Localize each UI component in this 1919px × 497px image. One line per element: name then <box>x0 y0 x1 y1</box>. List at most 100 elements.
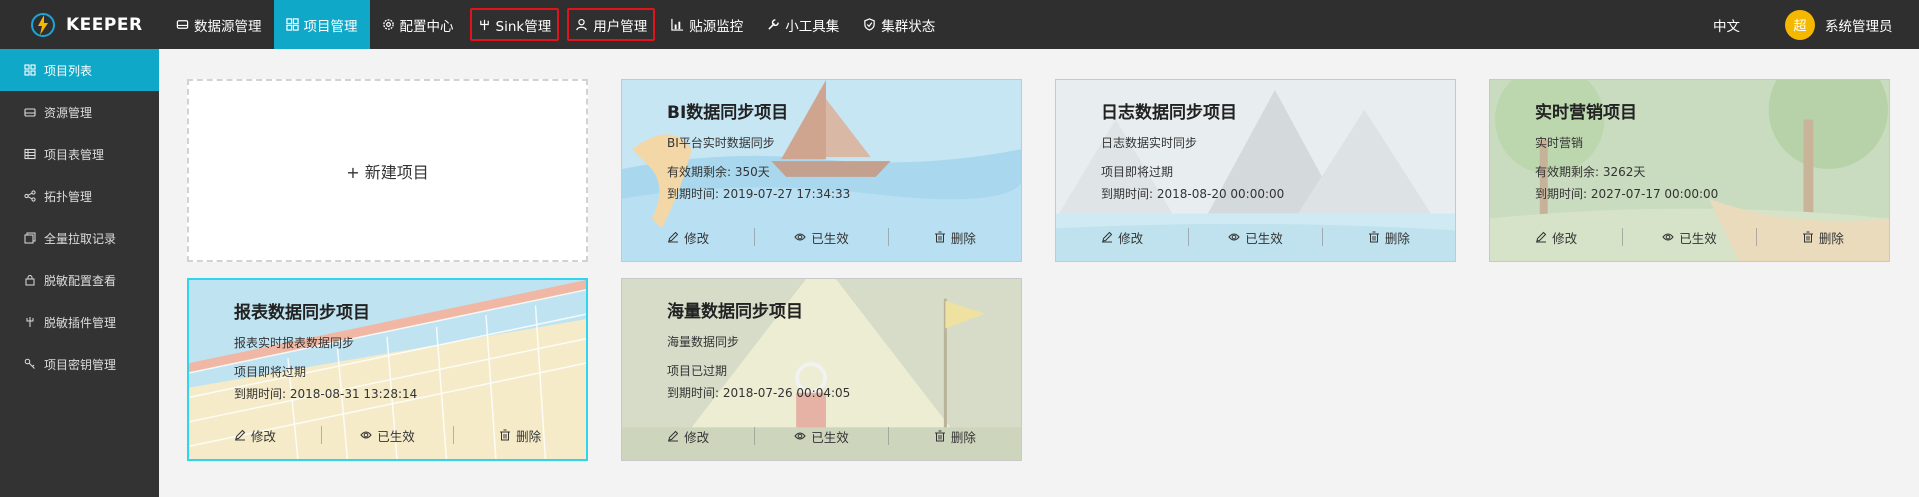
pencil-icon <box>668 430 679 442</box>
project-card[interactable]: 日志数据同步项目 日志数据实时同步 项目即将过期 到期时间: 2018-08-2… <box>1055 79 1456 262</box>
delete-button[interactable]: 删除 <box>454 425 586 445</box>
activate-button[interactable]: 已生效 <box>755 227 887 247</box>
divider <box>887 427 889 445</box>
lock-icon <box>25 275 35 286</box>
nav-label: 数据源管理 <box>194 18 262 35</box>
sidebar-item-label: 脱敏配置查看 <box>44 273 117 288</box>
trash-icon <box>1802 231 1813 243</box>
card-status: 项目即将过期 <box>234 365 307 379</box>
edit-button[interactable]: 修改 <box>1490 227 1622 247</box>
brand[interactable]: KEEPER <box>30 0 143 49</box>
card-description: 报表实时报表数据同步 <box>234 336 355 350</box>
sidebar-item-masking-config[interactable]: 脱敏配置查看 <box>0 259 159 301</box>
nav-label: 集群状态 <box>881 18 936 35</box>
plug-icon <box>26 317 34 327</box>
copy-icon <box>24 232 36 244</box>
divider <box>754 427 756 445</box>
card-status: 项目已过期 <box>667 364 728 378</box>
card-description: 海量数据同步 <box>667 335 740 349</box>
activate-button[interactable]: 已生效 <box>322 425 454 445</box>
edit-label: 修改 <box>684 230 710 246</box>
card-title: BI数据同步项目 <box>667 103 789 123</box>
delete-label: 删除 <box>516 428 542 444</box>
nav-cluster[interactable]: 集群状态 <box>851 0 947 49</box>
user-menu[interactable]: 超 系统管理员 <box>1785 0 1893 49</box>
eye-icon <box>360 431 372 439</box>
activate-button[interactable]: 已生效 <box>1189 227 1321 247</box>
card-description: BI平台实时数据同步 <box>667 136 775 150</box>
trash-icon <box>1368 231 1379 243</box>
grid-icon <box>285 18 299 31</box>
sidebar-item-project-list[interactable]: 项目列表 <box>0 49 159 91</box>
share-icon <box>24 190 36 202</box>
activate-button[interactable]: 已生效 <box>1623 227 1755 247</box>
database-icon <box>176 20 189 29</box>
delete-button[interactable]: 删除 <box>889 227 1021 247</box>
pencil-icon <box>668 231 679 243</box>
nav-label: 配置中心 <box>399 18 454 35</box>
card-expire-time: 到期时间: 2018-08-31 13:28:14 <box>234 387 418 401</box>
bar-chart-icon <box>671 18 684 31</box>
brand-name: KEEPER <box>66 14 143 35</box>
edit-label: 修改 <box>1118 230 1144 246</box>
language-switch[interactable]: 中文 <box>1713 0 1740 49</box>
nav-config[interactable]: 配置中心 <box>370 0 466 49</box>
delete-button[interactable]: 删除 <box>889 426 1021 446</box>
project-card[interactable]: 实时营销项目 实时营销 有效期剩余: 3262天 到期时间: 2027-07-1… <box>1489 79 1890 262</box>
new-project-button[interactable]: + 新建项目 <box>187 79 588 262</box>
pencil-icon <box>1536 231 1547 243</box>
pencil-icon <box>234 429 246 441</box>
nav-label: 用户管理 <box>593 18 648 35</box>
nav-label: 小工具集 <box>785 18 840 35</box>
delete-button[interactable]: 删除 <box>1323 227 1455 247</box>
top-navbar: KEEPER 数据源管理 项目管理 配置中心 Sink管理 用户管理 贴源监控 <box>0 0 1919 49</box>
project-card[interactable]: BI数据同步项目 BI平台实时数据同步 有效期剩余: 350天 到期时间: 20… <box>621 79 1022 262</box>
card-actions: 修改 已生效 删除 <box>189 425 586 445</box>
sidebar-item-topology[interactable]: 拓扑管理 <box>0 175 159 217</box>
nav-datasource[interactable]: 数据源管理 <box>164 0 274 49</box>
card-status: 有效期剩余: 350天 <box>667 165 770 179</box>
sidebar-item-label: 拓扑管理 <box>44 189 93 204</box>
divider <box>320 426 322 444</box>
eye-icon <box>1228 233 1240 241</box>
sidebar-item-project-keys[interactable]: 项目密钥管理 <box>0 343 159 385</box>
sidebar-item-resources[interactable]: 资源管理 <box>0 91 159 133</box>
activate-button[interactable]: 已生效 <box>755 426 887 446</box>
sidebar-item-label: 项目列表 <box>44 63 93 78</box>
avatar: 超 <box>1785 9 1815 40</box>
wrench-icon <box>768 19 780 30</box>
divider <box>887 228 889 246</box>
activate-label: 已生效 <box>377 428 415 444</box>
nav-project[interactable]: 项目管理 <box>273 0 370 49</box>
gear-icon <box>382 19 394 30</box>
sidebar-item-masking-plugins[interactable]: 脱敏插件管理 <box>0 301 159 343</box>
nav-sink[interactable]: Sink管理 <box>466 0 564 49</box>
divider <box>1622 228 1624 246</box>
card-description: 日志数据实时同步 <box>1101 136 1198 150</box>
divider <box>1188 228 1190 246</box>
edit-button[interactable]: 修改 <box>1056 227 1188 247</box>
edit-button[interactable]: 修改 <box>189 425 321 445</box>
delete-label: 删除 <box>950 429 976 445</box>
edit-button[interactable]: 修改 <box>622 426 754 446</box>
nav-tools[interactable]: 小工具集 <box>755 0 851 49</box>
key-icon <box>24 358 35 369</box>
card-expire-time: 到期时间: 2027-07-17 00:00:00 <box>1535 187 1719 201</box>
card-status: 有效期剩余: 3262天 <box>1535 165 1646 179</box>
sidebar-item-tables[interactable]: 项目表管理 <box>0 133 159 175</box>
shield-icon <box>864 18 875 31</box>
sidebar-item-full-pull-records[interactable]: 全量拉取记录 <box>0 217 159 259</box>
delete-button[interactable]: 删除 <box>1757 227 1889 247</box>
eye-icon <box>1662 233 1674 241</box>
delete-label: 删除 <box>1818 230 1844 246</box>
sidebar-item-label: 资源管理 <box>44 105 93 120</box>
trash-icon <box>934 430 945 442</box>
nav-label: Sink管理 <box>495 18 552 35</box>
nav-users[interactable]: 用户管理 <box>563 0 659 49</box>
project-card[interactable]: 海量数据同步项目 海量数据同步 项目已过期 到期时间: 2018-07-26 0… <box>621 278 1022 461</box>
trash-icon <box>934 231 945 243</box>
project-card[interactable]: 报表数据同步项目 报表实时报表数据同步 项目即将过期 到期时间: 2018-08… <box>187 278 588 461</box>
nav-monitor[interactable]: 贴源监控 <box>659 0 755 49</box>
edit-button[interactable]: 修改 <box>622 227 754 247</box>
edit-label: 修改 <box>684 429 710 445</box>
